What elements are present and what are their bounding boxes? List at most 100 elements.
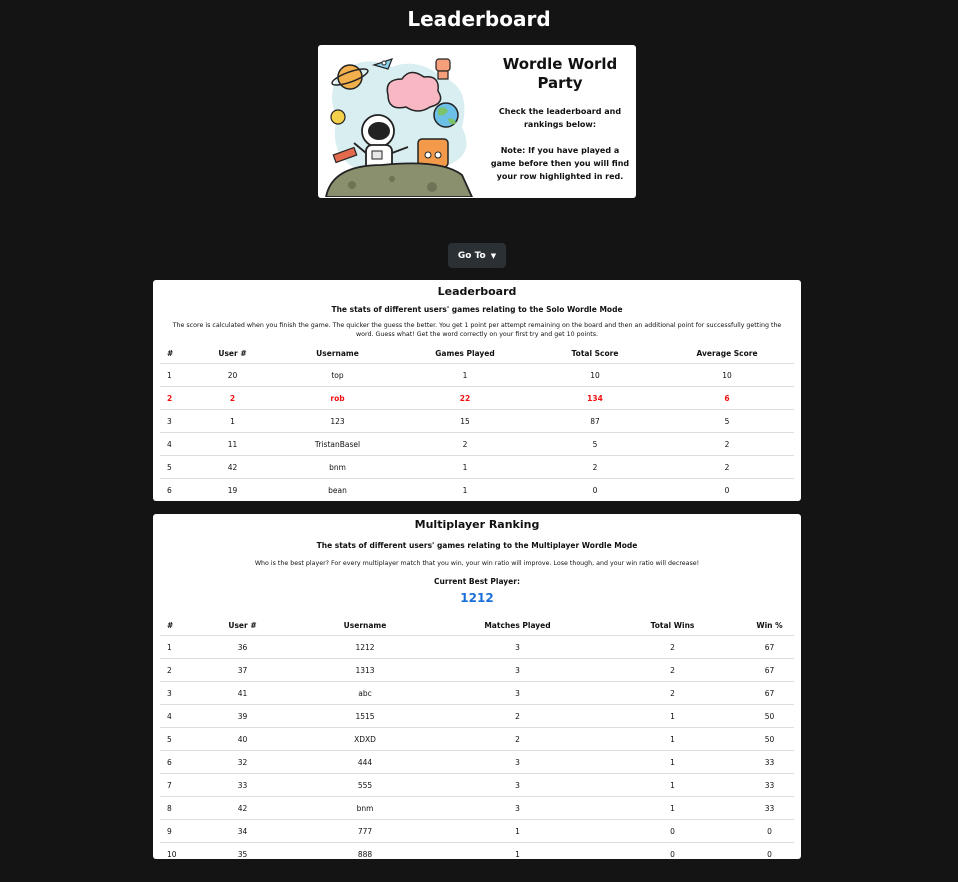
table-cell: 42 xyxy=(190,796,295,820)
table-cell: 22 xyxy=(400,386,530,410)
table-row: 9 34 777 1 0 0 xyxy=(160,819,794,843)
table-cell: 3 xyxy=(435,750,600,774)
multi-column-header: Username xyxy=(343,621,387,630)
solo-column-header: Games Played xyxy=(435,349,495,358)
table-cell: 3 xyxy=(435,773,600,797)
table-cell: 1 xyxy=(600,750,745,774)
table-cell: 1515 xyxy=(295,704,435,728)
table-cell: 0 xyxy=(745,819,794,843)
table-cell: 39 xyxy=(190,704,295,728)
table-cell: TristanBasel xyxy=(275,432,400,456)
table-cell: 1 xyxy=(600,727,745,751)
table-cell: 3 xyxy=(435,796,600,820)
multi-title: Multiplayer Ranking xyxy=(414,518,540,531)
table-cell: 33 xyxy=(745,750,794,774)
table-row: 4 11 TristanBasel 2 5 2 xyxy=(160,432,794,456)
table-cell: 888 xyxy=(295,842,435,865)
solo-column-header: User # xyxy=(218,349,247,358)
hero-note: Note: If you have played a game before t… xyxy=(490,146,630,181)
best-player-name: 1212 xyxy=(460,591,494,605)
solo-column-header: Username xyxy=(316,349,359,358)
table-cell: 35 xyxy=(190,842,295,865)
table-cell: 36 xyxy=(190,635,295,659)
solo-subtitle: The stats of different users' games rela… xyxy=(331,305,623,314)
multi-table: # User # Username Matches Played Total Wins W… xyxy=(160,616,794,865)
table-cell: 2 xyxy=(530,455,660,479)
table-row: 5 40 XDXD 2 1 50 xyxy=(160,727,794,751)
goto-dropdown-button[interactable]: Go To ▼ xyxy=(448,243,506,268)
table-cell: 15 xyxy=(400,409,530,433)
table-cell: 5 xyxy=(160,727,190,751)
table-cell: XDXD xyxy=(295,727,435,751)
table-cell: 1 xyxy=(400,478,530,501)
table-cell: 0 xyxy=(745,842,794,865)
table-cell: 2 xyxy=(160,386,190,410)
solo-description: The score is calculated when you finish … xyxy=(172,322,782,338)
multi-table-header: # User # Username Matches Played Total Wins W… xyxy=(160,616,794,636)
table-cell: 1 xyxy=(435,842,600,865)
caret-down-icon: ▼ xyxy=(490,251,497,260)
table-cell: 3 xyxy=(435,635,600,659)
table-cell: 3 xyxy=(435,681,600,705)
table-cell: 2 xyxy=(600,635,745,659)
best-player-label: Current Best Player: xyxy=(434,577,520,586)
table-cell: 42 xyxy=(190,455,275,479)
table-cell: abc xyxy=(295,681,435,705)
table-cell: 123 xyxy=(275,409,400,433)
table-cell: 33 xyxy=(190,773,295,797)
table-row: 3 1 123 15 87 5 xyxy=(160,409,794,433)
multi-description: Who is the best player? For every multip… xyxy=(254,560,700,567)
table-cell: 2 xyxy=(600,681,745,705)
table-cell: 1313 xyxy=(295,658,435,682)
table-cell: bnm xyxy=(295,796,435,820)
table-cell: 9 xyxy=(160,819,190,843)
table-cell: 0 xyxy=(530,478,660,501)
multi-column-header: Win % xyxy=(756,621,783,630)
table-cell: 2 xyxy=(660,432,794,456)
solo-table-body: 1 20 top 1 10 10 2 2 rob 22 134 6 3 1 123 15 87 5 4 11 Trist… xyxy=(160,363,794,501)
table-cell: 6 xyxy=(660,386,794,410)
table-cell: 777 xyxy=(295,819,435,843)
table-cell: 67 xyxy=(745,658,794,682)
solo-table: # User # Username Games Played Total Score Av… xyxy=(160,344,794,501)
table-row: 6 32 444 3 1 33 xyxy=(160,750,794,774)
table-cell: 33 xyxy=(745,796,794,820)
table-cell: 4 xyxy=(160,704,190,728)
table-row: 10 35 888 1 0 0 xyxy=(160,842,794,865)
table-cell: 2 xyxy=(400,432,530,456)
table-cell: 7 xyxy=(160,773,190,797)
table-cell: 2 xyxy=(660,455,794,479)
table-cell: 0 xyxy=(600,819,745,843)
table-cell: 10 xyxy=(160,842,190,865)
table-cell: bean xyxy=(275,478,400,501)
table-cell: 2 xyxy=(160,658,190,682)
hero-description: Check the leaderboard and rankings below… xyxy=(498,107,622,129)
table-cell: 1 xyxy=(400,455,530,479)
solo-title: Leaderboard xyxy=(437,285,517,298)
multi-column-header: Total Wins xyxy=(650,621,695,630)
table-cell: 37 xyxy=(190,658,295,682)
table-cell: 19 xyxy=(190,478,275,501)
table-cell: 1212 xyxy=(295,635,435,659)
table-cell: bnm xyxy=(275,455,400,479)
hero-card: Wordle World Party Check the leaderboard… xyxy=(318,45,636,198)
table-row: 4 39 1515 2 1 50 xyxy=(160,704,794,728)
table-row: 8 42 bnm 3 1 33 xyxy=(160,796,794,820)
table-row: 2 37 1313 3 2 67 xyxy=(160,658,794,682)
astronaut-illustration xyxy=(325,58,473,197)
table-cell: 1 xyxy=(600,796,745,820)
table-cell: 50 xyxy=(745,704,794,728)
table-cell: 10 xyxy=(660,363,794,387)
multi-table-body: 1 36 1212 3 2 67 2 37 1313 3 2 67 3 41 abc 3 2 67 4 39 1515 2… xyxy=(160,635,794,865)
table-row: 6 19 bean 1 0 0 xyxy=(160,478,794,501)
table-cell: 11 xyxy=(190,432,275,456)
table-cell: 10 xyxy=(530,363,660,387)
table-cell: 40 xyxy=(190,727,295,751)
table-row: 1 36 1212 3 2 67 xyxy=(160,635,794,659)
table-cell: rob xyxy=(275,386,400,410)
table-cell: 0 xyxy=(660,478,794,501)
table-cell: 444 xyxy=(295,750,435,774)
table-cell: 2 xyxy=(435,704,600,728)
table-cell: top xyxy=(275,363,400,387)
table-cell: 34 xyxy=(190,819,295,843)
